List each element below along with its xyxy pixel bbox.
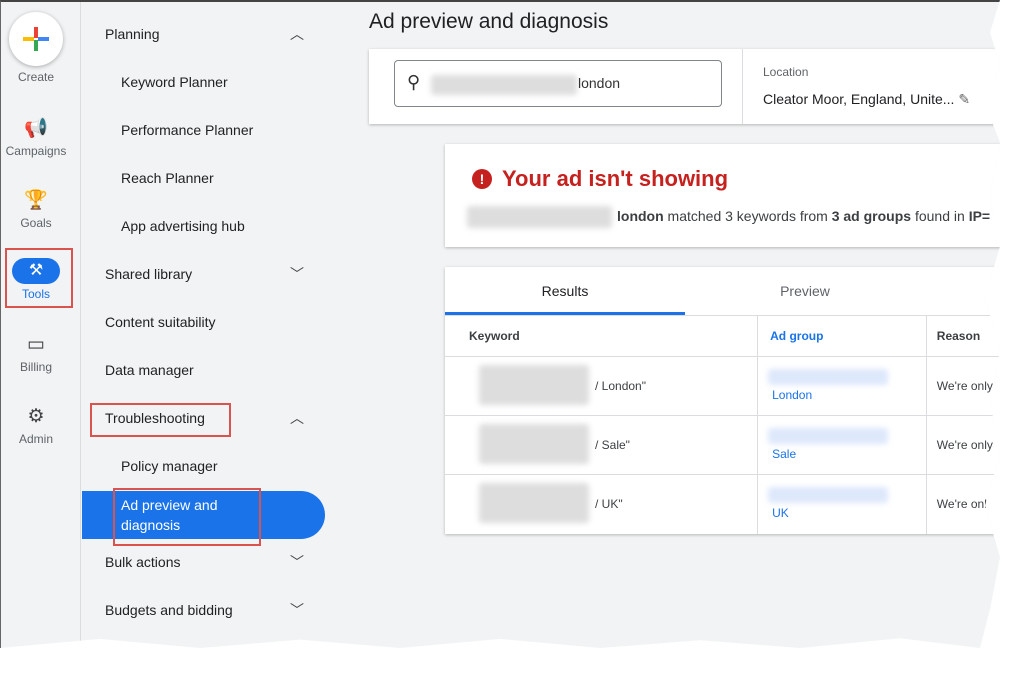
summary-text: found in — [911, 208, 969, 224]
nav-content-suitability[interactable]: Content suitability — [82, 300, 326, 344]
nav-label: App advertising hub — [121, 218, 245, 234]
nav-data-manager[interactable]: Data manager — [82, 348, 326, 392]
nav-budgets[interactable]: Budgets and bidding ﹀ — [82, 588, 326, 632]
table-row: / London" London We're only — [445, 356, 1000, 416]
create-button[interactable]: Create — [1, 12, 71, 84]
location-label: Location — [763, 65, 809, 79]
col-reason: Reason — [925, 315, 1000, 357]
reason-cell: We're only — [925, 474, 1000, 534]
reason-cell: We're only — [925, 415, 1000, 475]
tab-results[interactable]: Results — [445, 267, 685, 315]
status-card: ! Your ad isn't showing london matched 3 … — [445, 144, 1000, 247]
keyword-cell: / UK" — [595, 497, 623, 512]
trophy-icon: 🏆 — [24, 190, 48, 211]
nav-label: Shared library — [105, 266, 193, 282]
tools-nav: Planning ︿ Keyword Planner Performance Pl… — [82, 2, 340, 648]
results-table: Keyword Ad group Reason / London" London We'… — [445, 315, 1000, 534]
left-rail: Create 📢 Campaigns 🏆 Goals ⚒ Tools ▭ Billing… — [1, 2, 81, 648]
nav-policy-manager[interactable]: Policy manager — [82, 444, 326, 488]
nav-planning[interactable]: Planning ︿ — [82, 12, 326, 56]
tab-preview[interactable]: Preview — [685, 267, 925, 315]
nav-label: Planning — [105, 26, 160, 42]
redacted-text — [768, 428, 889, 444]
highlight-box — [90, 403, 231, 437]
megaphone-icon: 📢 — [24, 118, 48, 139]
nav-label: Policy manager — [121, 458, 218, 474]
nav-label: Budgets and bidding — [105, 602, 233, 618]
chevron-down-icon: ﹀ — [290, 266, 304, 282]
search-term: london — [617, 208, 664, 224]
location-selector[interactable]: Location Cleator Moor, England, Unite...… — [742, 49, 990, 124]
nav-performance-planner[interactable]: Performance Planner — [82, 108, 326, 152]
nav-label: Keyword Planner — [121, 74, 228, 90]
keyword-cell: / London" — [595, 379, 646, 393]
edit-pencil-icon[interactable]: ✎ — [958, 91, 970, 107]
col-keyword: Keyword — [445, 315, 758, 357]
nav-label: Reach Planner — [121, 170, 214, 186]
redacted-text — [467, 206, 612, 228]
gear-icon: ⚙ — [27, 406, 45, 427]
location-value: Cleator Moor, England, Unite... — [763, 91, 955, 107]
highlight-box — [113, 488, 261, 546]
chevron-up-icon: ︿ — [290, 26, 304, 42]
summary-ip: IP= — [968, 208, 991, 224]
reason-cell: We're only — [925, 356, 1000, 416]
nav-label: Bulk actions — [105, 554, 181, 570]
summary-text: matched 3 keywords from — [663, 208, 832, 224]
chevron-down-icon: ﹀ — [290, 554, 304, 570]
search-card: ⚲ london Location Cleator Moor, England,… — [369, 49, 1000, 124]
nav-bulk-actions[interactable]: Bulk actions ﹀ — [82, 540, 326, 584]
highlight-box — [5, 248, 73, 308]
error-icon: ! — [472, 169, 492, 189]
nav-label: Data manager — [105, 362, 194, 378]
page-title: Ad preview and diagnosis — [369, 10, 609, 33]
chevron-up-icon: ︿ — [290, 410, 304, 426]
results-card: Results Preview Keyword Ad group Reason / … — [445, 267, 1000, 534]
search-value: london — [578, 75, 621, 91]
nav-keyword-planner[interactable]: Keyword Planner — [82, 60, 326, 104]
nav-label: Content suitability — [105, 314, 216, 330]
search-icon: ⚲ — [407, 72, 421, 92]
redacted-text — [479, 424, 589, 464]
alert-summary: london matched 3 keywords from 3 ad grou… — [617, 208, 990, 224]
keyword-cell: / Sale" — [595, 438, 630, 452]
credit-card-icon: ▭ — [27, 334, 45, 355]
main-content: Ad preview and diagnosis ⚲ london Locati… — [341, 2, 1000, 648]
rail-label: Billing — [19, 360, 52, 374]
redacted-text — [479, 483, 589, 523]
rail-admin[interactable]: ⚙ Admin — [1, 406, 71, 446]
table-row: / Sale" Sale We're only — [445, 415, 1000, 475]
nav-app-hub[interactable]: App advertising hub — [82, 204, 326, 248]
rail-campaigns[interactable]: 📢 Campaigns — [1, 118, 71, 158]
alert-title: Your ad isn't showing — [502, 166, 729, 191]
table-row: / UK" UK We're only — [445, 474, 1000, 534]
chevron-down-icon: ﹀ — [290, 602, 304, 618]
rail-label: Goals — [20, 216, 52, 230]
redacted-text — [431, 75, 577, 95]
redacted-text — [479, 365, 589, 405]
rail-label: Campaigns — [5, 144, 67, 158]
create-label: Create — [17, 70, 55, 84]
nav-label: Performance Planner — [121, 122, 254, 138]
redacted-text — [768, 369, 889, 385]
nav-reach-planner[interactable]: Reach Planner — [82, 156, 326, 200]
redacted-text — [768, 487, 889, 503]
col-ad-group: Ad group — [757, 315, 927, 357]
rail-billing[interactable]: ▭ Billing — [1, 334, 71, 374]
plus-icon — [9, 12, 63, 66]
app-window: Create 📢 Campaigns 🏆 Goals ⚒ Tools ▭ Billing… — [0, 0, 1000, 648]
nav-shared-library[interactable]: Shared library ﹀ — [82, 252, 326, 296]
rail-goals[interactable]: 🏆 Goals — [1, 190, 71, 230]
rail-label: Admin — [18, 432, 53, 446]
search-input[interactable]: ⚲ london — [394, 60, 722, 107]
ad-group-count: 3 ad groups — [831, 208, 912, 224]
